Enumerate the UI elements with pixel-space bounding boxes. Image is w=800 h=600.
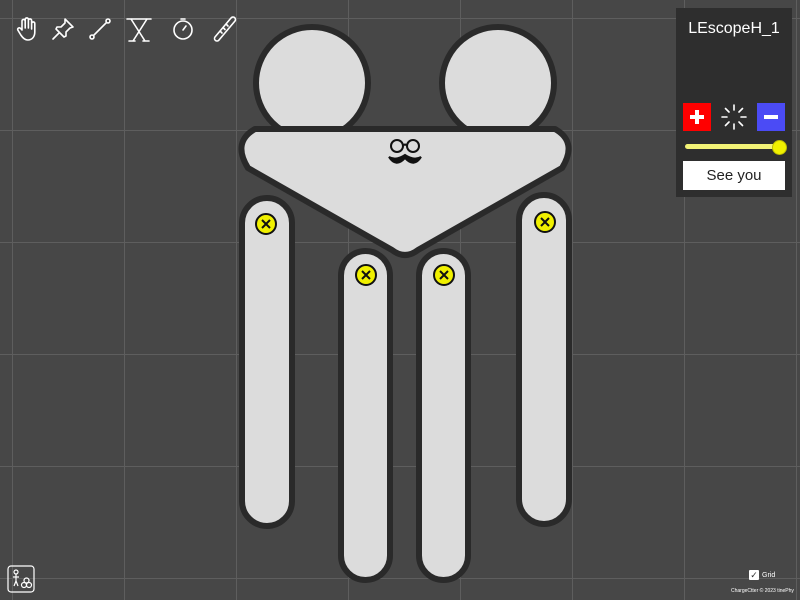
- neutralize-button[interactable]: [720, 103, 748, 131]
- charge-marker: [534, 211, 556, 233]
- outer-right-leaf[interactable]: [516, 192, 572, 527]
- grid-label: Grid: [762, 571, 776, 579]
- charge-marker: [433, 264, 455, 286]
- charge-marker: [255, 213, 277, 235]
- home-icon[interactable]: [7, 565, 35, 593]
- see-you-button[interactable]: See you: [683, 161, 785, 190]
- inner-right-leaf[interactable]: [416, 248, 471, 583]
- sparkle-icon: [721, 104, 747, 130]
- copyright-text: ChargeCtter © 2023 tinePhy: [731, 588, 794, 594]
- add-positive-charge-button[interactable]: [683, 103, 711, 131]
- plus-icon: [690, 110, 704, 124]
- charge-slider-thumb[interactable]: [772, 140, 787, 155]
- control-panel: LEscopeH_1 See you: [676, 8, 792, 197]
- grid-checkbox[interactable]: ✓: [749, 570, 759, 580]
- grid-toggle[interactable]: ✓ Grid: [749, 570, 775, 580]
- inner-left-leaf[interactable]: [338, 248, 393, 583]
- right-sphere[interactable]: [439, 24, 557, 142]
- minus-icon: [764, 115, 778, 119]
- left-sphere[interactable]: [253, 24, 371, 142]
- charge-marker: [355, 264, 377, 286]
- charge-slider-track[interactable]: [685, 144, 779, 149]
- outer-left-leaf[interactable]: [239, 195, 295, 529]
- panel-title: LEscopeH_1: [688, 20, 780, 37]
- add-negative-charge-button[interactable]: [757, 103, 785, 131]
